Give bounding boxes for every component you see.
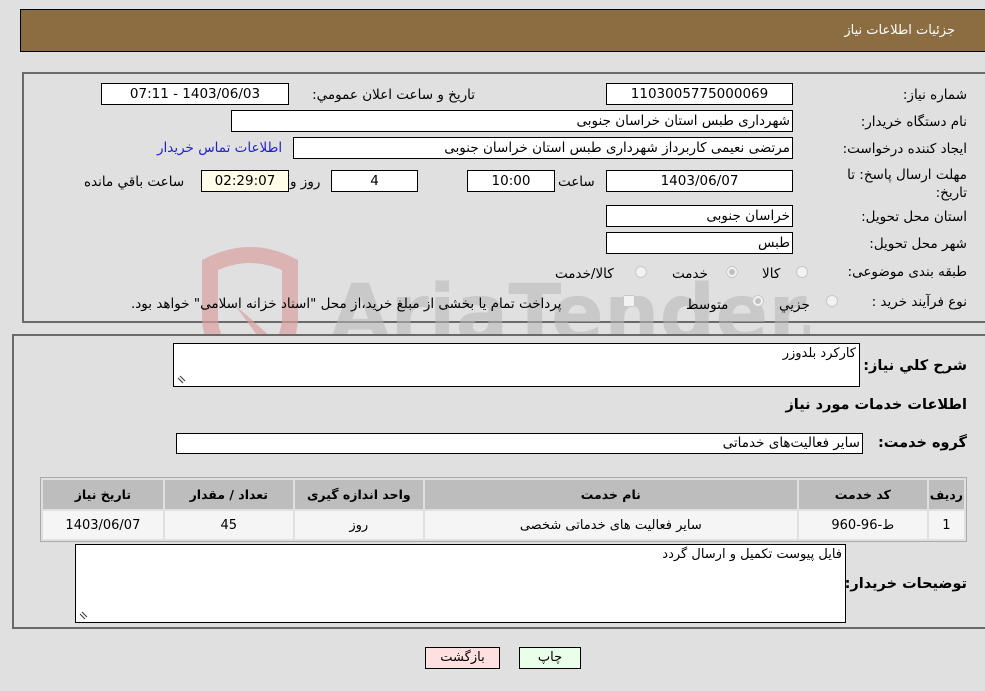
services-heading: اطلاعات خدمات مورد نياز (785, 397, 967, 413)
category-goods-label: کالا (762, 266, 781, 282)
services-table: رديف کد خدمت نام خدمت واحد اندازه گیری ت… (40, 477, 967, 542)
cell-need-date: 1403/06/07 (43, 511, 163, 539)
category-goods-radio[interactable] (796, 266, 808, 278)
purchase-type-label: نوع فرآیند خرید : (871, 294, 967, 310)
cell-service-code: ط-96-960 (798, 511, 927, 539)
buyer-notes-label: توضیحات خریدار: (844, 576, 967, 592)
buyer-notes-value: فایل پیوست تکمیل و ارسال گردد (662, 547, 842, 562)
deadline-time-label: ساعت (558, 174, 595, 190)
col-row-number: رديف (928, 480, 964, 509)
category-goods-service-label: کالا/خدمت (555, 266, 614, 282)
cell-service-name: سایر فعالیت های خدماتی شخصی (424, 511, 797, 539)
days-label: روز و (290, 174, 321, 190)
buyer-contact-link[interactable]: اطلاعات تماس خریدار (157, 140, 282, 156)
announce-datetime-label: تاریخ و ساعت اعلان عمومي: (312, 87, 475, 103)
col-need-date: تاریخ نیاز (43, 480, 163, 509)
deadline-label: مهلت ارسال پاسخ: تا تاریخ: (847, 167, 967, 201)
treasury-checkbox[interactable] (623, 295, 635, 307)
buyer-org-label: نام دستگاه خریدار: (860, 114, 967, 130)
cell-row-number: 1 (928, 511, 964, 539)
category-service-radio[interactable] (726, 266, 738, 278)
category-service-label: خدمت (672, 266, 708, 282)
requester-label: ایجاد کننده درخواست: (842, 141, 967, 157)
delivery-province-field[interactable]: خراسان جنوبی (606, 205, 793, 227)
need-number-field[interactable]: 1103005775000069 (606, 83, 793, 105)
col-service-code: کد خدمت (798, 480, 927, 509)
delivery-city-field[interactable]: طبس (606, 232, 793, 254)
purchase-type-minor-radio[interactable] (826, 295, 838, 307)
delivery-province-label: استان محل تحویل: (861, 209, 967, 225)
remaining-days-field[interactable]: 4 (331, 170, 418, 192)
description-label: شرح كلي نياز: (863, 358, 967, 374)
cell-quantity: 45 (164, 511, 293, 539)
buyer-org-field[interactable]: شهرداری طبس استان خراسان جنوبی (231, 110, 793, 132)
back-button[interactable]: بازگشت (425, 647, 500, 669)
remaining-time-field: 02:29:07 (201, 170, 289, 192)
table-row: 1 ط-96-960 سایر فعالیت های خدماتی شخصی ر… (43, 511, 964, 539)
col-quantity: تعداد / مقدار (164, 480, 293, 509)
resize-grip-icon[interactable] (78, 610, 88, 620)
col-unit: واحد اندازه گیری (294, 480, 423, 509)
purchase-type-minor-label: جزيي (779, 297, 810, 313)
resize-grip-icon[interactable] (176, 374, 186, 384)
announce-datetime-field[interactable]: 1403/06/03 - 07:11 (101, 83, 289, 105)
delivery-city-label: شهر محل تحویل: (869, 236, 967, 252)
print-button[interactable]: چاپ (519, 647, 581, 669)
need-number-label: شماره نیاز: (902, 87, 967, 103)
description-value: کارکرد بلدوزر (782, 346, 856, 361)
service-group-field[interactable]: سایر فعالیت‌های خدماتی (176, 433, 863, 454)
requester-field[interactable]: مرتضی نعیمی کاربرداز شهرداری طبس استان خ… (293, 137, 793, 159)
service-group-label: گروه خدمت: (877, 435, 967, 451)
deadline-date-field[interactable]: 1403/06/07 (606, 170, 793, 192)
col-service-name: نام خدمت (424, 480, 797, 509)
category-label: طبقه بندی موضوعی: (847, 264, 967, 280)
category-goods-service-radio[interactable] (635, 266, 647, 278)
cell-unit: روز (294, 511, 423, 539)
table-header-row: رديف کد خدمت نام خدمت واحد اندازه گیری ت… (43, 480, 964, 509)
buyer-notes-textarea[interactable]: فایل پیوست تکمیل و ارسال گردد (75, 544, 846, 623)
treasury-note: پرداخت تمام یا بخشی از مبلغ خرید،از محل … (131, 296, 562, 312)
page-title: جزئیات اطلاعات نیاز (844, 23, 955, 38)
deadline-time-field[interactable]: 10:00 (467, 170, 555, 192)
purchase-type-medium-radio[interactable] (752, 295, 764, 307)
purchase-type-medium-label: متوسط (686, 297, 729, 313)
description-textarea[interactable]: کارکرد بلدوزر (173, 343, 860, 387)
remaining-time-label: ساعت باقي مانده (84, 174, 185, 190)
page-header: جزئیات اطلاعات نیاز (20, 9, 985, 52)
